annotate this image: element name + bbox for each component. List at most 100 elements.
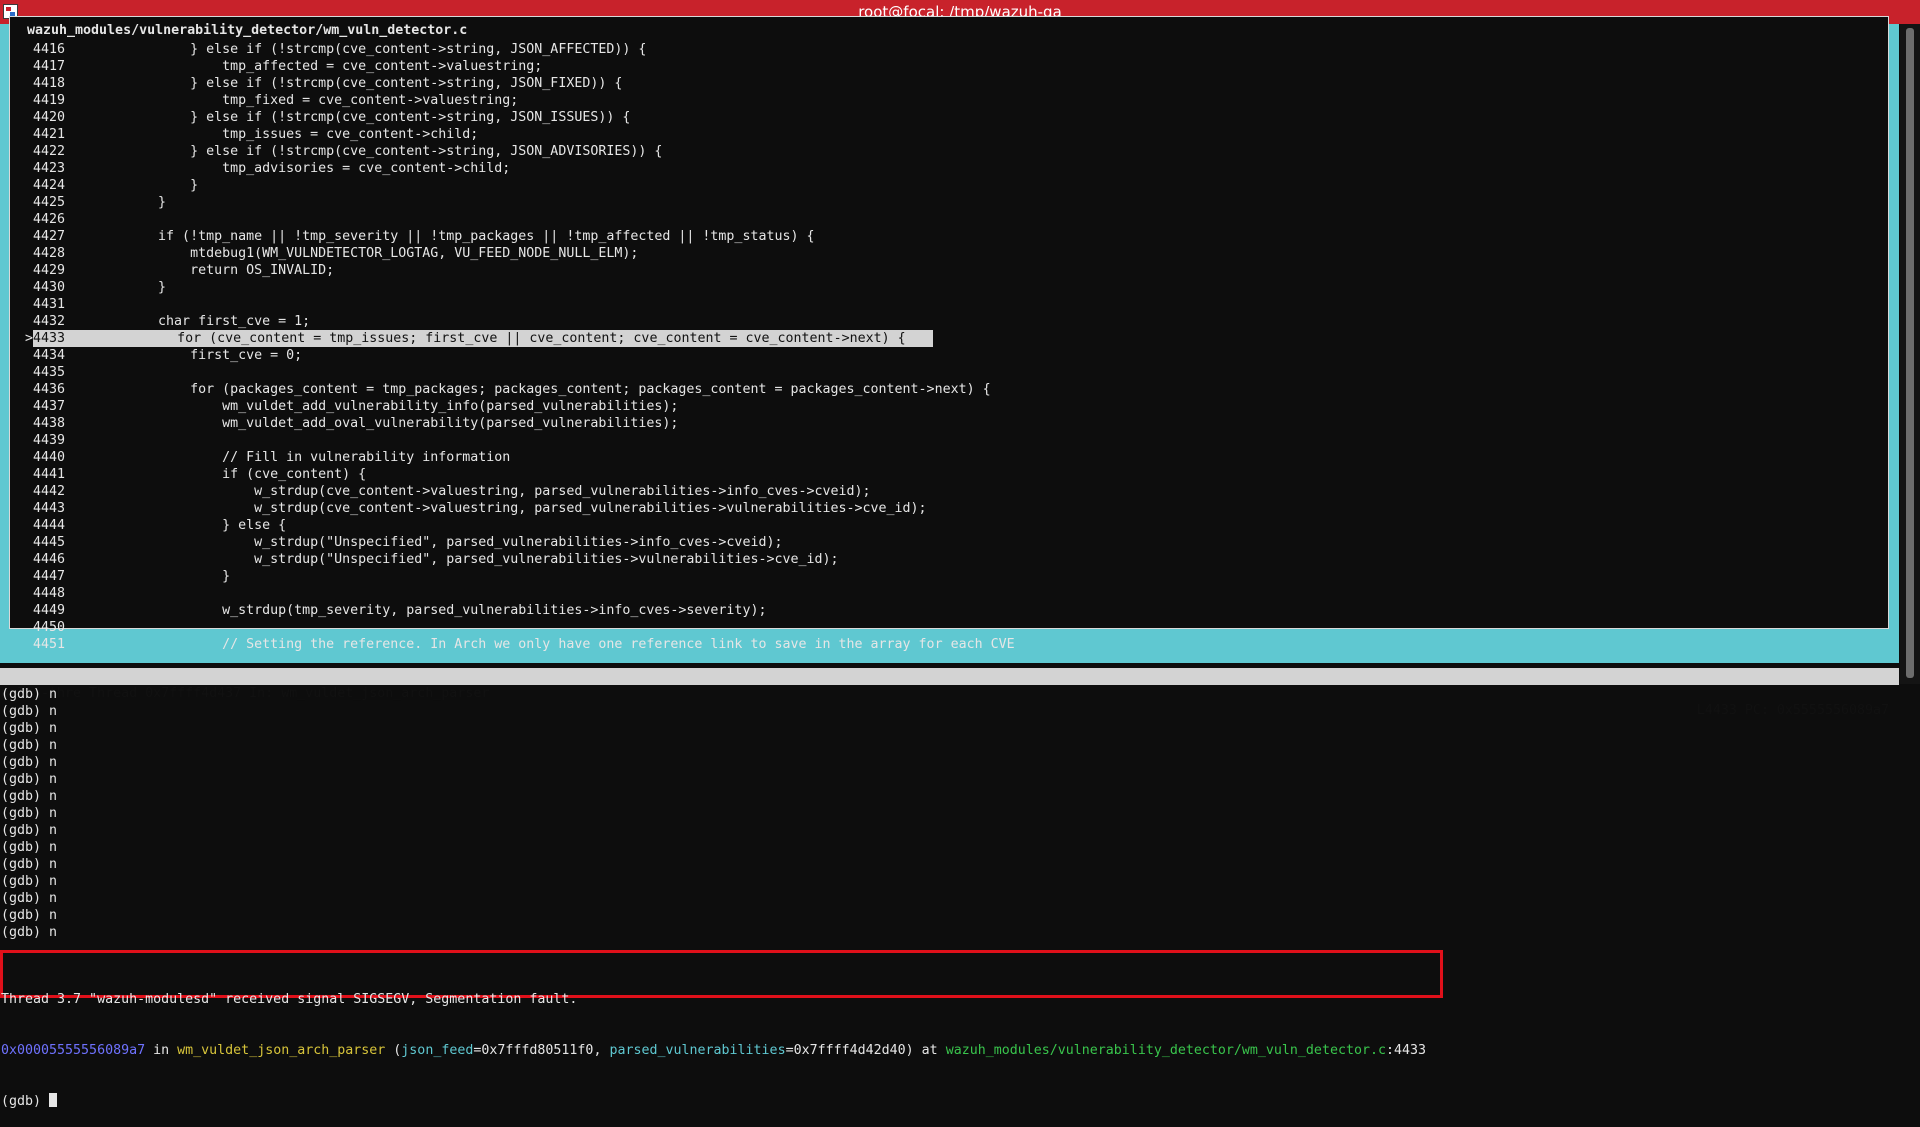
gdb-history-line: (gdb) n xyxy=(1,721,58,736)
source-line[interactable]: 4451 // Setting the reference. In Arch w… xyxy=(10,636,1890,653)
source-line[interactable]: 4428 mtdebug1(WM_VULNDETECTOR_LOGTAG, VU… xyxy=(10,245,1890,262)
line-number: 4443 xyxy=(33,501,66,516)
line-number: 4446 xyxy=(33,552,66,567)
source-line[interactable]: 4437 wm_vuldet_add_vulnerability_info(pa… xyxy=(10,398,1890,415)
line-code: mtdebug1(WM_VULNDETECTOR_LOGTAG, VU_FEED… xyxy=(94,246,639,261)
source-line[interactable]: 4438 wm_vuldet_add_oval_vulnerability(pa… xyxy=(10,415,1890,432)
source-line[interactable]: 4430 } xyxy=(10,279,1890,296)
gdb-history-line: (gdb) n xyxy=(1,908,58,923)
line-code: w_strdup("Unspecified", parsed_vulnerabi… xyxy=(94,535,783,550)
line-number: 4437 xyxy=(33,399,66,414)
line-code: tmp_advisories = cve_content->child; xyxy=(94,161,511,176)
gdb-history-line: (gdb) n xyxy=(1,789,58,804)
line-number: 4419 xyxy=(33,93,66,108)
line-number: 4439 xyxy=(33,433,66,448)
line-number: 4438 xyxy=(33,416,66,431)
source-line[interactable]: 4422 } else if (!strcmp(cve_content->str… xyxy=(10,143,1890,160)
gdb-history-line: (gdb) n xyxy=(1,891,58,906)
line-code: } xyxy=(94,195,167,210)
vertical-scrollbar[interactable] xyxy=(1900,24,1920,684)
source-line[interactable]: 4448 xyxy=(10,585,1890,602)
line-number: 4441 xyxy=(33,467,66,482)
gdb-history-line: (gdb) n xyxy=(1,874,58,889)
source-line[interactable]: 4431 xyxy=(10,296,1890,313)
source-line[interactable]: 4426 xyxy=(10,211,1890,228)
source-line[interactable]: 4439 xyxy=(10,432,1890,449)
line-code: tmp_affected = cve_content->valuestring; xyxy=(94,59,543,74)
gdb-history-line: (gdb) n xyxy=(1,738,58,753)
line-code: w_strdup("Unspecified", parsed_vulnerabi… xyxy=(94,552,839,567)
source-line[interactable]: 4447 } xyxy=(10,568,1890,585)
line-number: 4429 xyxy=(33,263,66,278)
line-number: 4425 xyxy=(33,195,66,210)
source-line[interactable]: 4440 // Fill in vulnerability informatio… xyxy=(10,449,1890,466)
gdb-status-bar: multi-thre Thread 0x7ffff4d437 In: wm_vu… xyxy=(0,668,1899,718)
source-filename: wazuh_modules/vulnerability_detector/wm_… xyxy=(25,23,470,39)
line-number: 4427 xyxy=(33,229,66,244)
source-line[interactable]: 4421 tmp_issues = cve_content->child; xyxy=(10,126,1890,143)
source-line[interactable]: 4429 return OS_INVALID; xyxy=(10,262,1890,279)
line-number: 4444 xyxy=(33,518,66,533)
source-line[interactable]: 4442 w_strdup(cve_content->valuestring, … xyxy=(10,483,1890,500)
source-line[interactable]: 4449 w_strdup(tmp_severity, parsed_vulne… xyxy=(10,602,1890,619)
frame-line-number: :4433 xyxy=(1386,1043,1427,1058)
line-number: 4416 xyxy=(33,42,66,57)
gdb-history-line: (gdb) n xyxy=(1,823,58,838)
source-line[interactable]: 4420 } else if (!strcmp(cve_content->str… xyxy=(10,109,1890,126)
gdb-history-line: (gdb) n xyxy=(1,806,58,821)
source-line[interactable]: 4427 if (!tmp_name || !tmp_severity || !… xyxy=(10,228,1890,245)
line-number: 4426 xyxy=(33,212,66,227)
source-line[interactable]: 4416 } else if (!strcmp(cve_content->str… xyxy=(10,41,1890,58)
source-line[interactable]: 4424 } xyxy=(10,177,1890,194)
line-code: return OS_INVALID; xyxy=(94,263,335,278)
source-line[interactable]: 4417 tmp_affected = cve_content->valuest… xyxy=(10,58,1890,75)
current-line-highlight: 4433 for (cve_content = tmp_issues; firs… xyxy=(33,330,933,347)
source-line[interactable]: 4444 } else { xyxy=(10,517,1890,534)
source-line-current[interactable]: >4433 for (cve_content = tmp_issues; fir… xyxy=(10,330,1890,347)
line-code: for (packages_content = tmp_packages; pa… xyxy=(94,382,991,397)
gdb-command-history: (gdb) n (gdb) n (gdb) n (gdb) n (gdb) n (gdb)… xyxy=(1,686,1881,941)
scrollbar-thumb[interactable] xyxy=(1906,28,1914,678)
source-line[interactable]: 4423 tmp_advisories = cve_content->child… xyxy=(10,160,1890,177)
source-line[interactable]: 4419 tmp_fixed = cve_content->valuestrin… xyxy=(10,92,1890,109)
line-code: } else if (!strcmp(cve_content->string, … xyxy=(94,76,623,91)
frame-arg1-value: =0x7fffd80511f0, xyxy=(473,1043,610,1058)
source-line[interactable]: 4445 w_strdup("Unspecified", parsed_vuln… xyxy=(10,534,1890,551)
source-line[interactable]: 4432 char first_cve = 1; xyxy=(10,313,1890,330)
source-line[interactable]: 4441 if (cve_content) { xyxy=(10,466,1890,483)
line-code: // Fill in vulnerability information xyxy=(94,450,511,465)
gdb-prompt-line[interactable]: (gdb) xyxy=(1,1093,1426,1110)
line-number: 4420 xyxy=(33,110,66,125)
line-number: 4440 xyxy=(33,450,66,465)
line-number: 4422 xyxy=(33,144,66,159)
source-line[interactable]: 4425 } xyxy=(10,194,1890,211)
source-code-view[interactable]: 4416 } else if (!strcmp(cve_content->str… xyxy=(10,41,1890,653)
line-code: } else if (!strcmp(cve_content->string, … xyxy=(94,42,647,57)
gdb-history-line: (gdb) n xyxy=(1,687,58,702)
frame-line: 0x00005555556089a7 in wm_vuldet_json_arc… xyxy=(1,1042,1426,1059)
line-code: w_strdup(cve_content->valuestring, parse… xyxy=(94,501,927,516)
source-line[interactable]: 4443 w_strdup(cve_content->valuestring, … xyxy=(10,500,1890,517)
gdb-history-line: (gdb) n xyxy=(1,755,58,770)
line-number: 4424 xyxy=(33,178,66,193)
source-line[interactable]: 4446 w_strdup("Unspecified", parsed_vuln… xyxy=(10,551,1890,568)
line-number: 4433 xyxy=(33,331,66,346)
source-line[interactable]: 4450 xyxy=(10,619,1890,636)
line-code: w_strdup(tmp_severity, parsed_vulnerabil… xyxy=(94,603,767,618)
gdb-history-line: (gdb) n xyxy=(1,840,58,855)
line-number: 4450 xyxy=(33,620,66,635)
gdb-history-line: (gdb) n xyxy=(1,925,58,940)
source-line[interactable]: 4436 for (packages_content = tmp_package… xyxy=(10,381,1890,398)
line-code: // Setting the reference. In Arch we onl… xyxy=(94,637,1015,652)
line-number: 4435 xyxy=(33,365,66,380)
scrollbar-track-lower xyxy=(1900,684,1920,1014)
source-line[interactable]: 4434 first_cve = 0; xyxy=(10,347,1890,364)
frame-file: wazuh_modules/vulnerability_detector/wm_… xyxy=(945,1043,1386,1058)
frame-function: wm_vuldet_json_arch_parser xyxy=(177,1043,386,1058)
line-number: 4431 xyxy=(33,297,66,312)
titlebar-corner xyxy=(1902,0,1920,24)
frame-in: in xyxy=(145,1043,178,1058)
source-line[interactable]: 4418 } else if (!strcmp(cve_content->str… xyxy=(10,75,1890,92)
source-line[interactable]: 4435 xyxy=(10,364,1890,381)
line-number: 4442 xyxy=(33,484,66,499)
